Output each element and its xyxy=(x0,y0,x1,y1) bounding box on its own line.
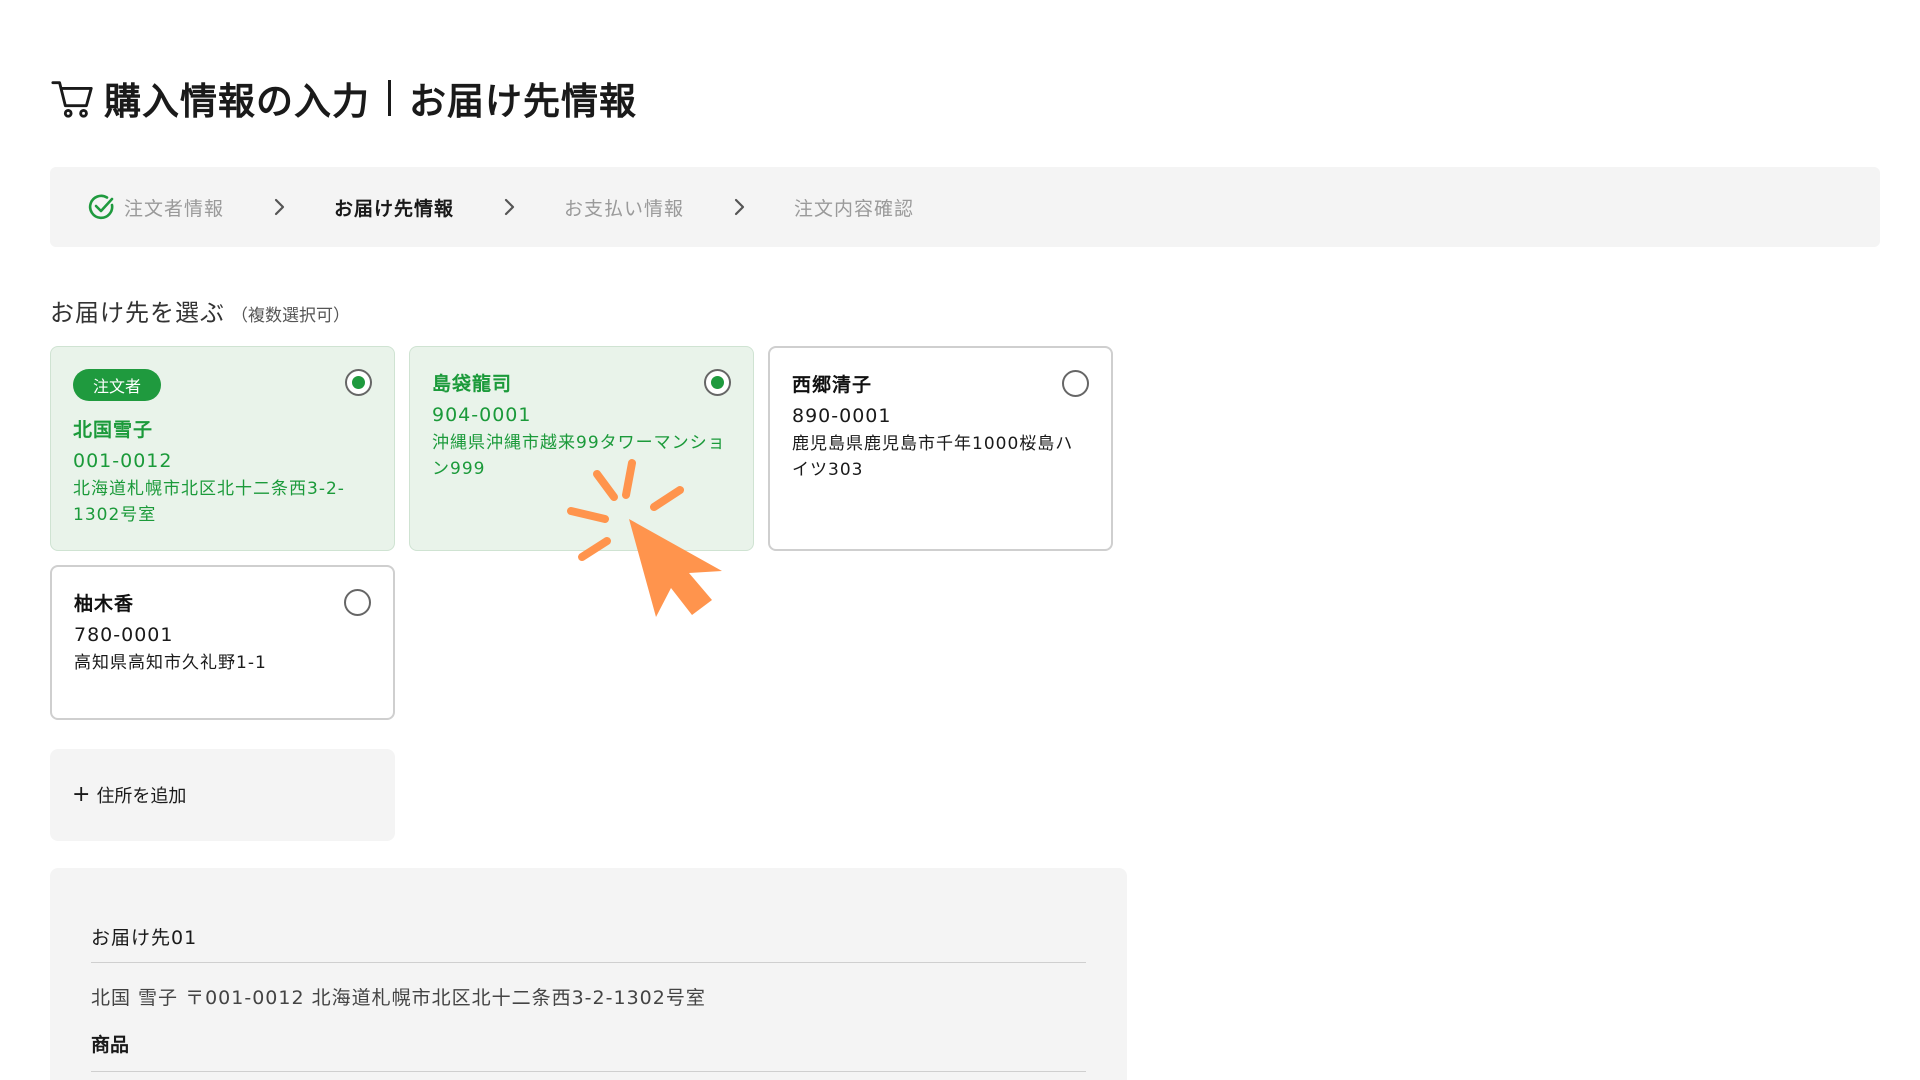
step-label: 注文者情報 xyxy=(124,197,225,220)
address-name: 北国雪子 xyxy=(73,419,154,441)
click-pointer-icon xyxy=(567,459,722,617)
products-label: 商品 xyxy=(91,1034,130,1056)
orderer-badge: 注文者 xyxy=(73,369,162,401)
address-radio-selected[interactable] xyxy=(704,369,731,396)
address-zip: 780-0001 xyxy=(74,624,174,646)
address-name: 島袋龍司 xyxy=(432,373,513,395)
title-divider xyxy=(388,80,391,116)
address-card-saigo[interactable]: 西郷清子 890-0001 鹿児島県鹿児島市千年1000桜島ハイツ303 xyxy=(768,346,1113,551)
address-zip: 904-0001 xyxy=(432,404,532,426)
address-radio-unselected[interactable] xyxy=(344,589,371,616)
section-title: お届け先を選ぶ xyxy=(50,299,225,327)
address-name: 柚木香 xyxy=(74,593,135,615)
address-zip: 001-0012 xyxy=(73,450,173,472)
address-name: 西郷清子 xyxy=(792,374,873,396)
checkout-page: 購入情報の入力 お届け先情報 注文者情報 お届け先情報 お支払い情報 注文内容確… xyxy=(0,0,1920,1080)
section-heading: お届け先を選ぶ （複数選択可） xyxy=(50,293,350,328)
divider xyxy=(91,962,1086,963)
step-delivery-info: お届け先情報 xyxy=(334,194,454,221)
step-label: お支払い情報 xyxy=(564,197,685,220)
step-order-confirm: 注文内容確認 xyxy=(794,194,914,221)
address-card-kitaguni[interactable]: 注文者 北国雪子 001-0012 北海道札幌市北区北十二条西3-2-1302号… xyxy=(50,346,395,551)
address-radio-unselected[interactable] xyxy=(1062,370,1089,397)
section-note: （複数選択可） xyxy=(231,306,350,326)
chevron-right-icon xyxy=(274,198,285,216)
step-label: 注文内容確認 xyxy=(794,197,915,220)
address-text: 高知県高知市久礼野1-1 xyxy=(74,653,267,673)
delivery-summary-heading: お届け先01 xyxy=(91,927,198,949)
delivery-summary-panel: お届け先01 北国 雪子 〒001-0012 北海道札幌市北区北十二条西3-2-… xyxy=(50,868,1127,1080)
checkout-stepper: 注文者情報 お届け先情報 お支払い情報 注文内容確認 xyxy=(50,167,1880,247)
page-title-row: 購入情報の入力 お届け先情報 xyxy=(50,72,637,124)
address-text: 北海道札幌市北区北十二条西3-2-1302号室 xyxy=(73,479,345,525)
add-address-button[interactable]: + 住所を追加 xyxy=(50,749,395,841)
cart-icon xyxy=(51,81,93,118)
step-orderer-info[interactable]: 注文者情報 xyxy=(88,193,224,221)
address-text: 鹿児島県鹿児島市千年1000桜島ハイツ303 xyxy=(792,434,1074,480)
chevron-right-icon xyxy=(734,198,745,216)
add-address-label: 住所を追加 xyxy=(96,786,187,807)
delivery-address-line: 北国 雪子 〒001-0012 北海道札幌市北区北十二条西3-2-1302号室 xyxy=(91,987,706,1009)
step-payment-info: お支払い情報 xyxy=(564,194,684,221)
divider xyxy=(91,1071,1086,1072)
address-radio-selected[interactable] xyxy=(345,369,372,396)
address-zip: 890-0001 xyxy=(792,405,892,427)
address-card-yuki[interactable]: 柚木香 780-0001 高知県高知市久礼野1-1 xyxy=(50,565,395,720)
plus-icon: + xyxy=(72,782,91,807)
page-subtitle: お届け先情報 xyxy=(409,80,637,123)
chevron-right-icon xyxy=(504,198,515,216)
check-circle-icon xyxy=(88,194,114,220)
page-title: 購入情報の入力 xyxy=(104,80,370,123)
step-label: お届け先情報 xyxy=(334,197,455,220)
